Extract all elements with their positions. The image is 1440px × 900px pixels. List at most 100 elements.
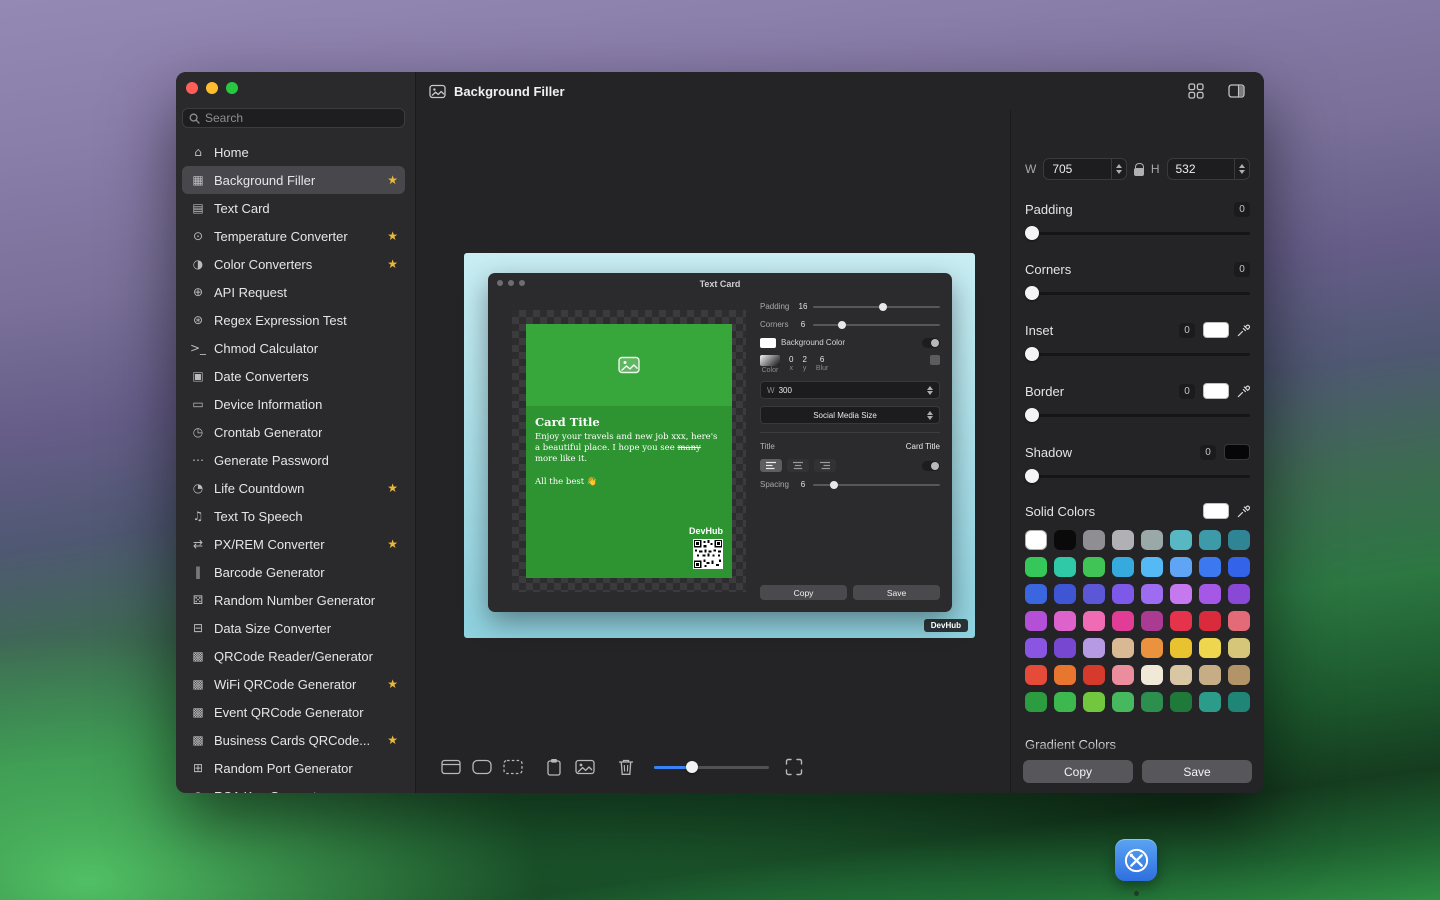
insert-image-button[interactable] <box>574 757 596 777</box>
eyedropper-icon[interactable] <box>1237 505 1250 518</box>
solid-color-swatch[interactable] <box>1025 692 1047 712</box>
solid-color-swatch[interactable] <box>1228 557 1250 577</box>
save-button[interactable]: Save <box>1142 760 1252 783</box>
solid-color-swatch[interactable] <box>1083 665 1105 685</box>
sidebar-item-color-converters[interactable]: ◑ Color Converters ★ <box>182 250 405 278</box>
solid-color-swatch[interactable] <box>1025 530 1047 550</box>
frame-rounded-button[interactable] <box>471 757 493 777</box>
border-slider-knob[interactable] <box>1025 408 1039 422</box>
solid-color-swatch[interactable] <box>1083 638 1105 658</box>
padding-slider[interactable] <box>1025 226 1250 240</box>
solid-color-swatch[interactable] <box>1141 692 1163 712</box>
copy-button[interactable]: Copy <box>1023 760 1133 783</box>
trash-button[interactable] <box>615 757 637 777</box>
sidebar-item-wifi-qrcode-generator[interactable]: ▩ WiFi QRCode Generator ★ <box>182 670 405 698</box>
width-stepper-arrows[interactable] <box>1110 159 1126 179</box>
border-color-swatch[interactable] <box>1203 383 1229 399</box>
solid-color-swatch[interactable] <box>1141 611 1163 631</box>
sidebar-item-event-qrcode-generator[interactable]: ▩ Event QRCode Generator <box>182 698 405 726</box>
solid-color-swatch[interactable] <box>1141 557 1163 577</box>
sidebar-item-random-port-generator[interactable]: ⊞ Random Port Generator <box>182 754 405 782</box>
solid-color-swatch[interactable] <box>1025 665 1047 685</box>
width-stepper[interactable]: 705 <box>1043 158 1127 180</box>
search-input[interactable] <box>205 111 398 125</box>
solid-color-swatch[interactable] <box>1025 611 1047 631</box>
frame-window-button[interactable] <box>440 757 462 777</box>
solid-color-swatch[interactable] <box>1170 665 1192 685</box>
sidebar-item-crontab-generator[interactable]: ◷ Crontab Generator <box>182 418 405 446</box>
shadow-slider[interactable] <box>1025 469 1250 483</box>
solid-color-swatch[interactable] <box>1170 611 1192 631</box>
sidebar-item-temperature-converter[interactable]: ⊙ Temperature Converter ★ <box>182 222 405 250</box>
solid-color-swatch[interactable] <box>1199 665 1221 685</box>
solid-color-swatch[interactable] <box>1170 692 1192 712</box>
solid-color-swatch[interactable] <box>1228 692 1250 712</box>
solid-color-swatch[interactable] <box>1083 530 1105 550</box>
sidebar-item-regex-expression-test[interactable]: ⊛ Regex Expression Test <box>182 306 405 334</box>
inset-color-swatch[interactable] <box>1203 322 1229 338</box>
solid-color-swatch[interactable] <box>1141 638 1163 658</box>
zoom-button[interactable] <box>226 82 238 94</box>
fit-view-button[interactable] <box>783 757 805 777</box>
solid-color-swatch[interactable] <box>1025 638 1047 658</box>
sidebar-item-random-number-generator[interactable]: ⚄ Random Number Generator <box>182 586 405 614</box>
solid-color-swatch[interactable] <box>1083 584 1105 604</box>
solid-color-swatch[interactable] <box>1054 611 1076 631</box>
solid-color-swatch[interactable] <box>1199 638 1221 658</box>
sidebar-item-px-rem-converter[interactable]: ⇄ PX/REM Converter ★ <box>182 530 405 558</box>
solid-color-swatch[interactable] <box>1112 638 1134 658</box>
sidebar-item-rsa-key-generator[interactable]: ⊗ RSA Key Generator <box>182 782 405 794</box>
solid-color-swatch[interactable] <box>1228 530 1250 550</box>
solid-color-swatch[interactable] <box>1228 584 1250 604</box>
sidebar-item-home[interactable]: ⌂ Home <box>182 138 405 166</box>
solid-color-swatch[interactable] <box>1112 557 1134 577</box>
solid-color-swatch[interactable] <box>1083 611 1105 631</box>
solid-color-swatch[interactable] <box>1025 584 1047 604</box>
sidebar-item-business-cards-qrcode[interactable]: ▩ Business Cards QRCode... ★ <box>182 726 405 754</box>
solid-color-swatch[interactable] <box>1112 611 1134 631</box>
solid-color-swatch[interactable] <box>1199 557 1221 577</box>
solid-color-swatch[interactable] <box>1199 611 1221 631</box>
solid-color-swatch[interactable] <box>1170 584 1192 604</box>
solid-color-swatch[interactable] <box>1112 584 1134 604</box>
solid-color-swatch[interactable] <box>1141 530 1163 550</box>
current-color-swatch[interactable] <box>1203 503 1229 519</box>
inset-slider[interactable] <box>1025 347 1250 361</box>
sidebar-item-date-converters[interactable]: ▣ Date Converters <box>182 362 405 390</box>
paste-button[interactable] <box>543 757 565 777</box>
solid-color-swatch[interactable] <box>1170 557 1192 577</box>
solid-color-swatch[interactable] <box>1112 692 1134 712</box>
sidebar-item-chmod-calculator[interactable]: >_ Chmod Calculator <box>182 334 405 362</box>
preview-box[interactable]: Text Card Card Title Enjoy your travels … <box>464 253 975 638</box>
sidebar-item-generate-password[interactable]: ⋯ Generate Password <box>182 446 405 474</box>
corners-slider[interactable] <box>1025 286 1250 300</box>
grid-view-button[interactable] <box>1184 81 1208 101</box>
corners-slider-knob[interactable] <box>1025 286 1039 300</box>
solid-color-swatch[interactable] <box>1112 530 1134 550</box>
height-stepper[interactable]: 532 <box>1166 158 1250 180</box>
solid-color-swatch[interactable] <box>1141 665 1163 685</box>
sidebar-item-device-information[interactable]: ▭ Device Information <box>182 390 405 418</box>
solid-color-swatch[interactable] <box>1054 530 1076 550</box>
lock-aspect-icon[interactable] <box>1133 162 1145 176</box>
solid-color-swatch[interactable] <box>1112 665 1134 685</box>
shadow-color-swatch[interactable] <box>1224 444 1250 460</box>
sidebar-item-data-size-converter[interactable]: ⊟ Data Size Converter <box>182 614 405 642</box>
zoom-slider[interactable] <box>654 761 769 773</box>
solid-color-swatch[interactable] <box>1170 638 1192 658</box>
frame-dashed-button[interactable] <box>502 757 524 777</box>
close-button[interactable] <box>186 82 198 94</box>
solid-color-swatch[interactable] <box>1199 530 1221 550</box>
sidebar-item-life-countdown[interactable]: ◔ Life Countdown ★ <box>182 474 405 502</box>
solid-color-swatch[interactable] <box>1228 611 1250 631</box>
solid-color-swatch[interactable] <box>1170 530 1192 550</box>
solid-color-swatch[interactable] <box>1054 665 1076 685</box>
inset-slider-knob[interactable] <box>1025 347 1039 361</box>
search-field[interactable] <box>182 108 405 128</box>
sidebar-item-background-filler[interactable]: ▦ Background Filler ★ <box>182 166 405 194</box>
solid-color-swatch[interactable] <box>1054 557 1076 577</box>
solid-color-swatch[interactable] <box>1199 692 1221 712</box>
eyedropper-icon[interactable] <box>1237 324 1250 337</box>
solid-color-swatch[interactable] <box>1199 584 1221 604</box>
solid-color-swatch[interactable] <box>1141 584 1163 604</box>
